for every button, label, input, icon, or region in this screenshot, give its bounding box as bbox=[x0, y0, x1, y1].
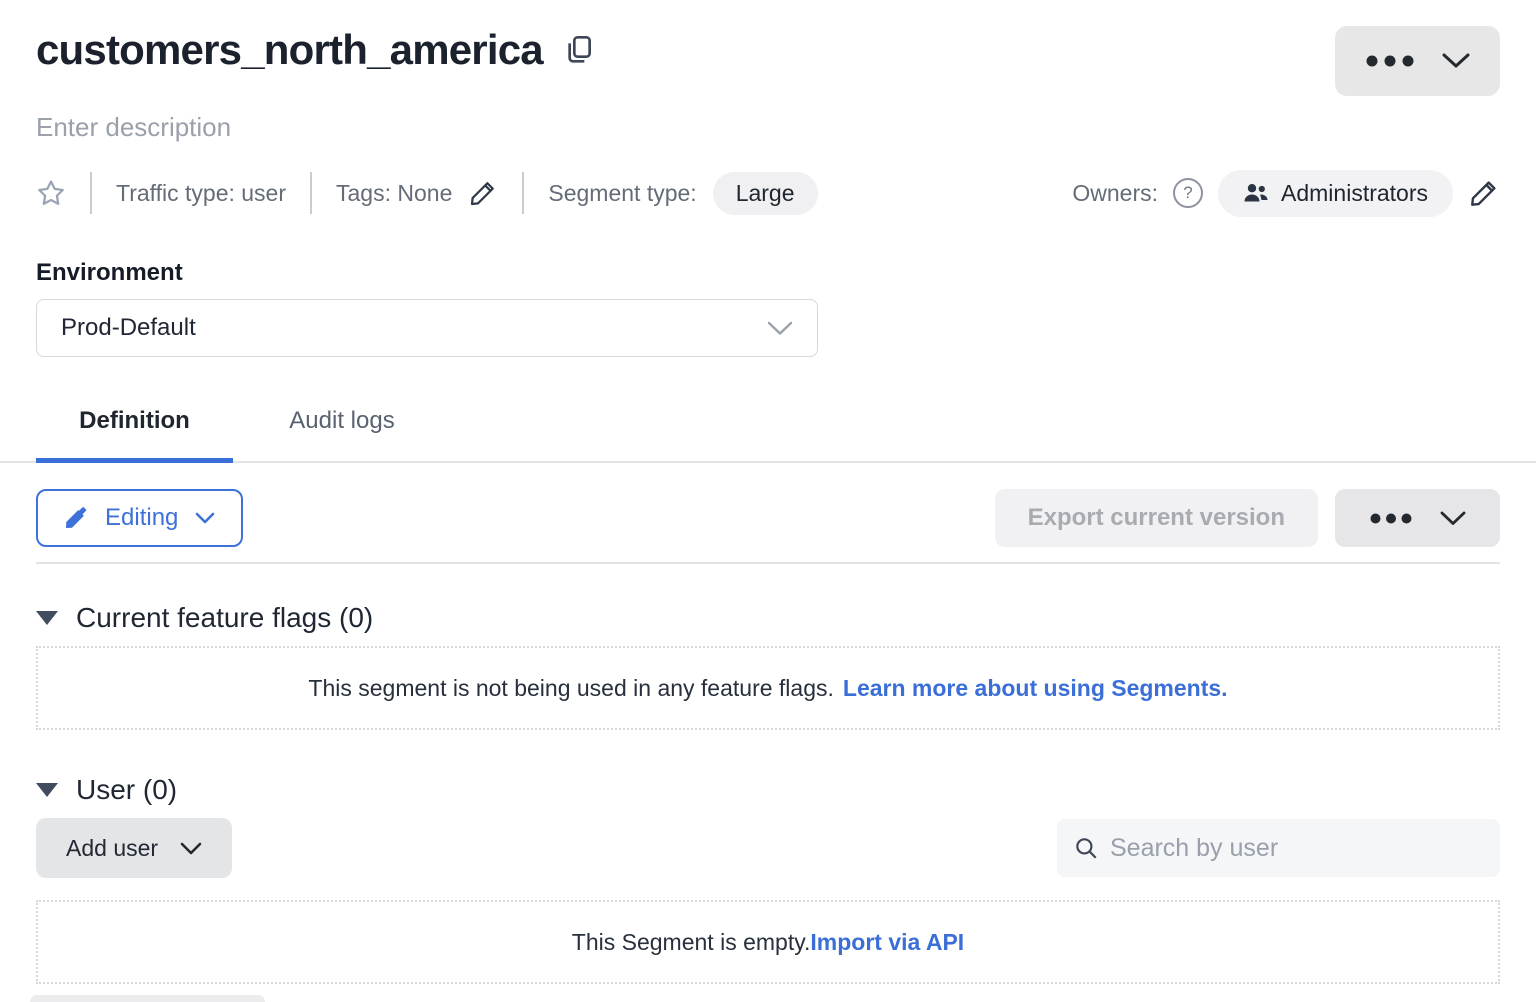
chevron-down-icon bbox=[767, 321, 793, 336]
ellipsis-icon bbox=[1366, 55, 1414, 67]
search-icon bbox=[1073, 835, 1099, 861]
export-current-version-button[interactable]: Export current version bbox=[995, 489, 1318, 547]
feature-flags-section-title: Current feature flags (0) bbox=[76, 602, 373, 634]
meta-row: Traffic type: user Tags: None Segment ty… bbox=[36, 171, 1500, 215]
environment-selected-value: Prod-Default bbox=[61, 314, 196, 342]
copy-name-button[interactable] bbox=[563, 32, 595, 68]
tab-bar: Definition Audit logs bbox=[0, 395, 1536, 463]
add-user-button[interactable]: Add user bbox=[36, 818, 232, 878]
collapse-caret-icon bbox=[36, 611, 58, 625]
meta-separator bbox=[310, 172, 312, 214]
meta-separator bbox=[522, 172, 524, 214]
section-divider bbox=[36, 562, 1500, 564]
chevron-down-icon bbox=[195, 512, 215, 524]
owners-help-icon[interactable]: ? bbox=[1173, 178, 1203, 208]
definition-toolbar: Editing Export current version bbox=[36, 489, 1500, 547]
star-icon bbox=[36, 178, 66, 208]
segment-type-badge: Large bbox=[713, 172, 818, 215]
user-search-box bbox=[1057, 819, 1500, 877]
copy-icon bbox=[563, 32, 595, 68]
editing-mode-button[interactable]: Editing bbox=[36, 489, 243, 547]
header-more-menu-button[interactable] bbox=[1335, 26, 1500, 96]
owners-label: Owners: bbox=[1072, 180, 1158, 207]
definition-more-menu-button[interactable] bbox=[1335, 489, 1500, 547]
segment-detail-page: customers_north_america bbox=[0, 0, 1536, 984]
user-search-input[interactable] bbox=[1110, 834, 1484, 863]
description-placeholder[interactable]: Enter description bbox=[36, 112, 1500, 143]
user-empty-text: This Segment is empty. bbox=[572, 929, 811, 956]
feature-flags-empty-text: This segment is not being used in any fe… bbox=[308, 675, 833, 702]
page-header: customers_north_america bbox=[36, 0, 1500, 96]
user-controls-row: Add user bbox=[36, 818, 1500, 878]
user-section-title: User (0) bbox=[76, 774, 177, 806]
learn-more-segments-link[interactable]: Learn more about using Segments. bbox=[843, 675, 1228, 702]
environment-select[interactable]: Prod-Default bbox=[36, 299, 818, 357]
segment-type-label: Segment type: bbox=[548, 180, 696, 207]
people-icon bbox=[1243, 182, 1269, 204]
chevron-down-icon bbox=[1440, 511, 1466, 526]
partial-element-bottom bbox=[30, 995, 265, 1002]
owners-badge: Administrators bbox=[1218, 170, 1453, 217]
traffic-type-label: Traffic type: user bbox=[116, 180, 286, 207]
chevron-down-icon bbox=[1442, 53, 1470, 69]
feature-flags-section-header[interactable]: Current feature flags (0) bbox=[36, 602, 1500, 634]
edit-tags-button[interactable] bbox=[468, 178, 498, 208]
pencil-icon bbox=[468, 178, 498, 208]
pencil-icon bbox=[1468, 177, 1500, 209]
page-title: customers_north_america bbox=[36, 26, 543, 74]
meta-separator bbox=[90, 172, 92, 214]
import-via-api-link[interactable]: Import via API bbox=[810, 929, 964, 956]
favorite-star-button[interactable] bbox=[36, 178, 66, 208]
tab-audit-logs[interactable]: Audit logs bbox=[263, 395, 421, 461]
feature-flags-empty-state: This segment is not being used in any fe… bbox=[36, 646, 1500, 730]
tags-label: Tags: None bbox=[336, 180, 452, 207]
user-empty-state: This Segment is empty. Import via API bbox=[36, 900, 1500, 984]
add-user-label: Add user bbox=[66, 835, 158, 862]
collapse-caret-icon bbox=[36, 783, 58, 797]
environment-label: Environment bbox=[36, 259, 1500, 287]
owners-value: Administrators bbox=[1281, 180, 1428, 207]
editing-label: Editing bbox=[105, 504, 178, 532]
edit-owners-button[interactable] bbox=[1468, 177, 1500, 209]
tab-definition[interactable]: Definition bbox=[36, 395, 233, 461]
ellipsis-icon bbox=[1370, 513, 1412, 524]
pencil-filled-icon bbox=[64, 506, 88, 530]
user-section-header[interactable]: User (0) bbox=[36, 774, 1500, 806]
chevron-down-icon bbox=[180, 842, 202, 855]
